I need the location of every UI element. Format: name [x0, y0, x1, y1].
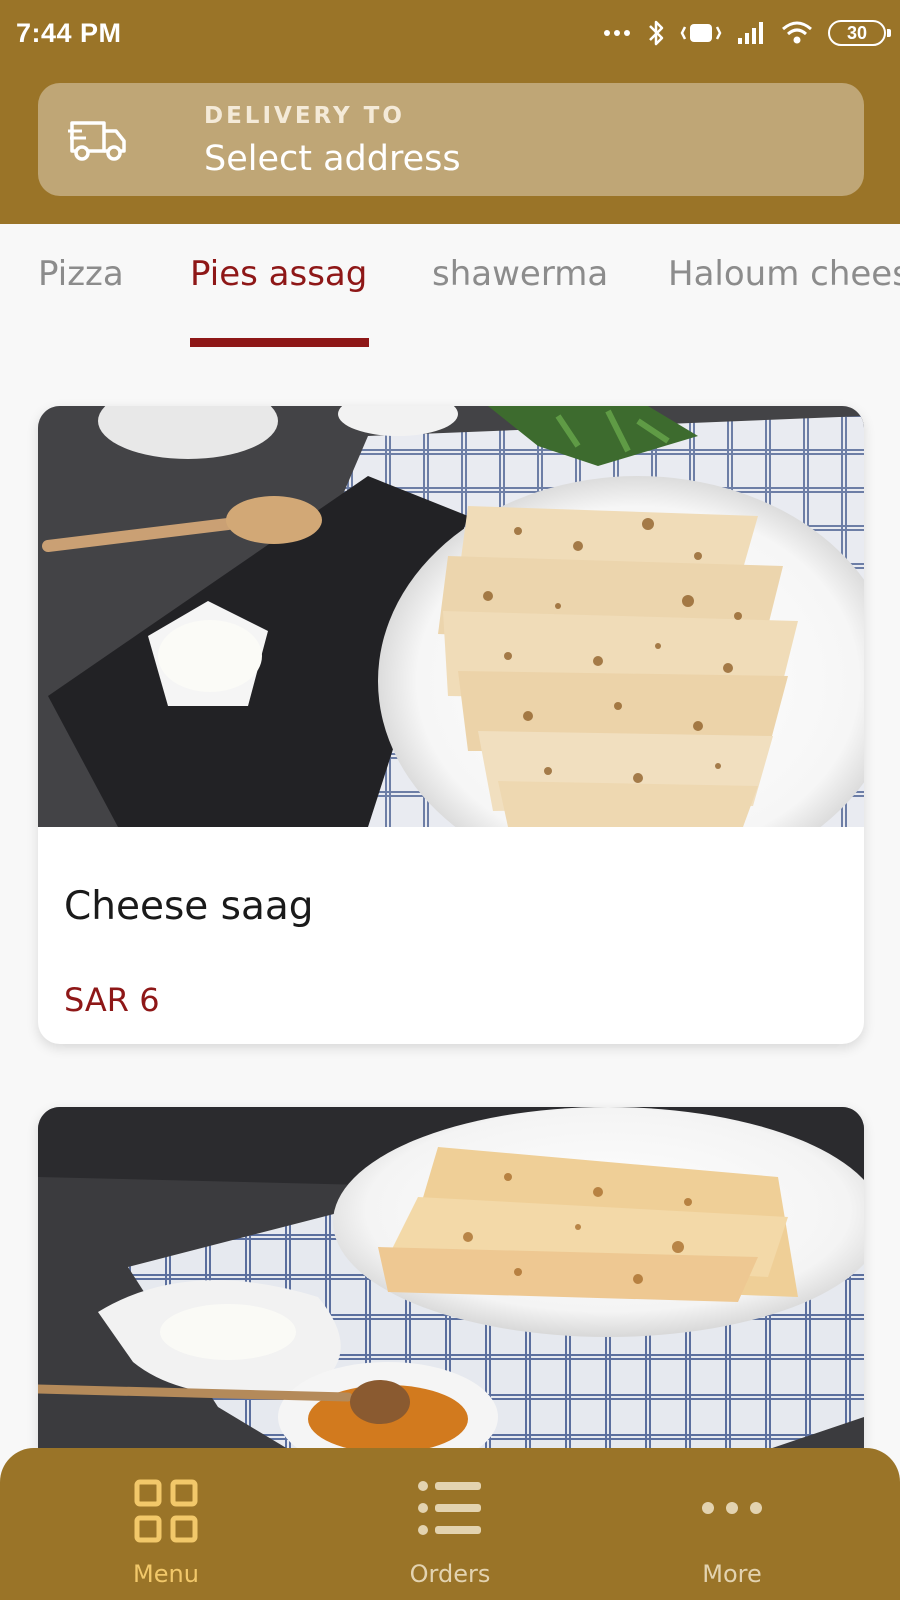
nav-orders-label: Orders	[409, 1560, 491, 1588]
grid-icon	[134, 1479, 198, 1543]
delivery-truck-icon	[68, 121, 126, 161]
bottom-navigation: Menu Orders More	[0, 1448, 900, 1600]
wifi-icon	[782, 21, 812, 44]
battery-icon: 30	[828, 20, 891, 46]
more-icon	[702, 1502, 762, 1514]
nav-more[interactable]: More	[632, 1448, 832, 1600]
tab-haloum-cheese[interactable]: Haloum chees	[668, 254, 900, 294]
nav-menu[interactable]: Menu	[66, 1448, 266, 1600]
product-card[interactable]: Cheese saag SAR 6	[38, 406, 864, 1044]
product-price: SAR 6	[64, 981, 160, 1019]
product-photo	[38, 406, 864, 827]
product-name: Cheese saag	[64, 884, 314, 929]
nav-orders[interactable]: Orders	[350, 1448, 550, 1600]
delivery-address-selector[interactable]: DELIVERY TO Select address	[38, 83, 864, 196]
vibrate-icon	[680, 24, 722, 42]
nav-more-label: More	[702, 1560, 762, 1588]
more-dots-icon	[604, 30, 630, 36]
delivery-label: DELIVERY TO	[204, 103, 405, 129]
nav-menu-label: Menu	[133, 1560, 199, 1588]
active-tab-indicator	[190, 338, 369, 347]
bluetooth-icon	[649, 20, 664, 46]
status-icons: 30	[602, 16, 891, 50]
app-header: 7:44 PM 30 DELIVERY TO Select address	[0, 0, 900, 224]
tab-pies-assag[interactable]: Pies assag	[190, 254, 367, 294]
status-bar: 7:44 PM 30	[0, 0, 900, 66]
tab-pizza[interactable]: Pizza	[38, 254, 124, 294]
delivery-address-value: Select address	[204, 139, 461, 179]
list-icon	[418, 1481, 481, 1535]
category-tabs: Pizza Pies assag shawerma Haloum chees	[0, 224, 900, 354]
status-time: 7:44 PM	[16, 18, 122, 48]
tab-shawerma[interactable]: shawerma	[432, 254, 608, 294]
signal-icon	[738, 22, 763, 44]
